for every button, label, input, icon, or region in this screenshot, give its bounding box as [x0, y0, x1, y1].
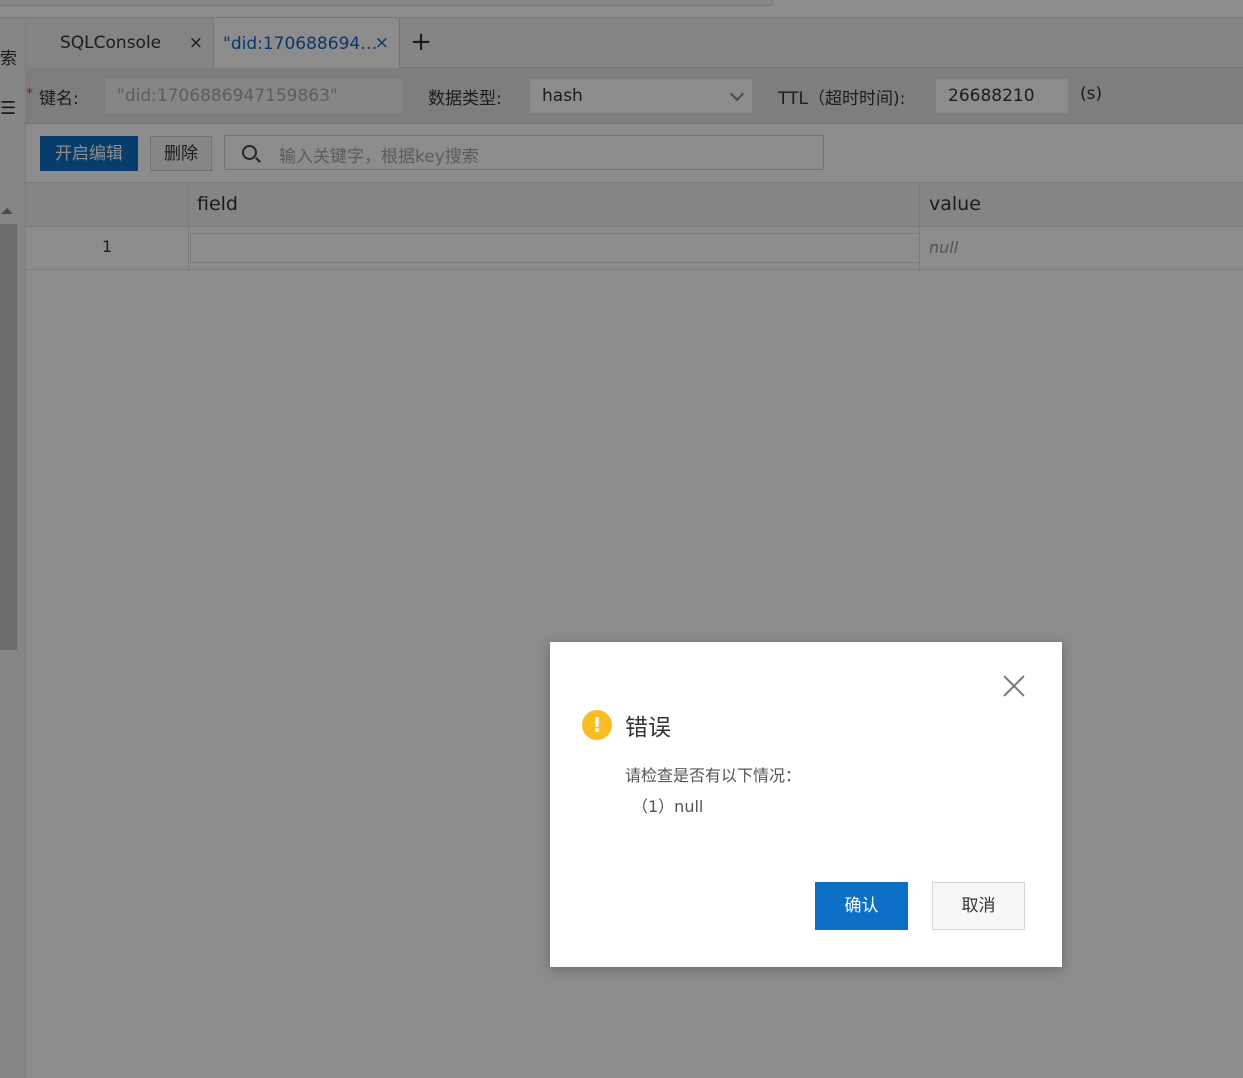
warning-icon: ! — [582, 710, 612, 740]
confirm-button[interactable]: 确认 — [815, 882, 908, 930]
dialog-title: 错误 — [625, 715, 671, 741]
error-dialog: ! 错误 请检查是否有以下情况： （1）null 确认 取消 — [550, 642, 1062, 967]
dialog-message: 请检查是否有以下情况： — [625, 766, 802, 785]
cancel-button[interactable]: 取消 — [932, 882, 1025, 930]
dialog-detail: （1）null — [632, 797, 704, 816]
close-icon[interactable] — [1002, 674, 1026, 698]
